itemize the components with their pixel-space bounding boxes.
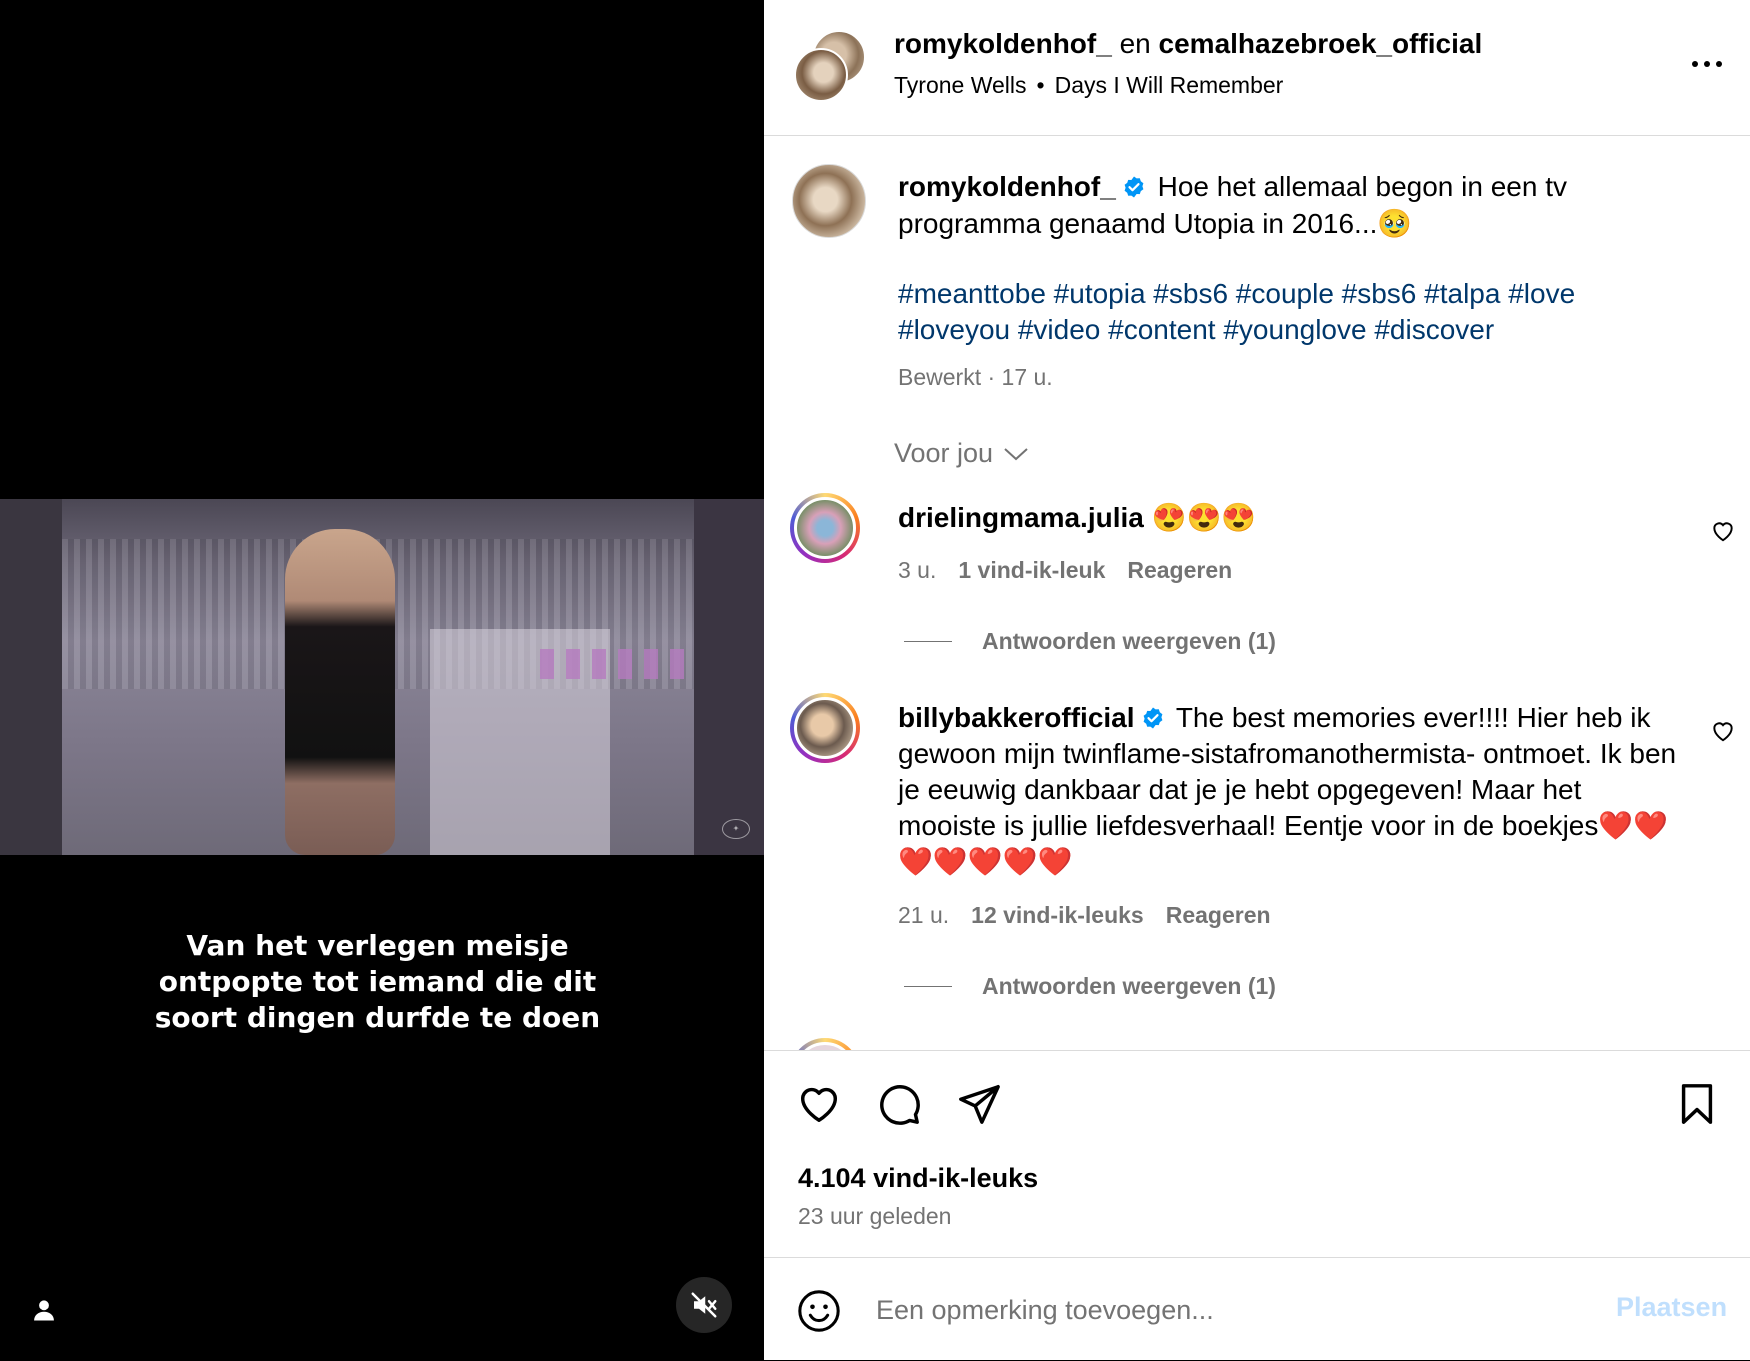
username-link[interactable]: drielingmama.julia: [898, 502, 1144, 533]
video-subtitle: Van het verlegen meisje ontpopte tot iem…: [154, 929, 601, 1034]
collab-usernames: romykoldenhof_ en cemalhazebroek_officia…: [894, 28, 1483, 59]
comments-section[interactable]: romykoldenhof_ Hoe het allemaal begon in…: [764, 136, 1750, 1050]
post-details-panel: romykoldenhof_ en cemalhazebroek_officia…: [764, 0, 1750, 1360]
bookmark-icon[interactable]: [1674, 1081, 1720, 1127]
avatar[interactable]: [790, 693, 860, 763]
audio-attribution[interactable]: Tyrone Wells • Days I Will Remember: [894, 72, 1283, 99]
like-comment-heart-icon[interactable]: [1710, 518, 1736, 544]
media-viewer[interactable]: ✦ Van het verlegen meisje ontpopte tot i…: [0, 0, 764, 1360]
comment-input[interactable]: [876, 1288, 1576, 1332]
chevron-down-icon: [1004, 447, 1028, 460]
comment-icon[interactable]: [876, 1081, 922, 1127]
post-timestamp: 23 uur geleden: [798, 1203, 952, 1229]
comment-likes-link[interactable]: 12 vind-ik-leuks: [971, 902, 1144, 929]
collab-avatars[interactable]: [794, 30, 866, 102]
avatar[interactable]: [794, 48, 848, 102]
avatar[interactable]: [792, 164, 866, 238]
post-comment-button[interactable]: Plaatsen: [1616, 1292, 1727, 1323]
view-replies-button[interactable]: Antwoorden weergeven (1): [904, 973, 1276, 1000]
comment-text: drielingmama.julia 😍😍😍: [898, 502, 1257, 533]
post-header: romykoldenhof_ en cemalhazebroek_officia…: [764, 0, 1750, 136]
likes-count[interactable]: 4.104 vind-ik-leuks: [798, 1163, 1038, 1194]
username-link[interactable]: cemalhazebroek_official: [1159, 28, 1483, 59]
speaker-muted-icon: [691, 1292, 717, 1318]
caption-hashtags[interactable]: #meanttobe #utopia #sbs6 #couple #sbs6 #…: [898, 276, 1688, 348]
like-comment-heart-icon[interactable]: [1710, 718, 1736, 744]
add-comment-bar: Plaatsen: [764, 1257, 1750, 1361]
share-icon[interactable]: [956, 1081, 1002, 1127]
caption-edited-time: Bewerkt · 17 u.: [898, 364, 1053, 390]
username-link[interactable]: billybakkerofficial: [898, 702, 1135, 733]
avatar[interactable]: [790, 493, 860, 563]
verified-badge-icon: [1143, 707, 1162, 729]
username-link[interactable]: romykoldenhof_: [894, 28, 1112, 59]
video-person: [285, 529, 395, 855]
user-icon[interactable]: [30, 1296, 58, 1324]
heart-icon[interactable]: [796, 1081, 842, 1127]
comment-likes-link[interactable]: 1 vind-ik-leuk: [958, 557, 1105, 584]
broadcaster-logo: ✦: [722, 819, 750, 839]
more-options-icon[interactable]: [1689, 54, 1725, 74]
emoji-icon[interactable]: [796, 1288, 842, 1334]
video-frame[interactable]: ✦: [0, 499, 764, 855]
reply-button[interactable]: Reageren: [1166, 902, 1271, 929]
comment-meta: 3 u. 1 vind-ik-leuk Reageren: [898, 557, 1233, 584]
avatar[interactable]: [790, 1038, 860, 1050]
post-actions: 4.104 vind-ik-leuks 23 uur geleden: [764, 1050, 1750, 1257]
mute-button[interactable]: [676, 1277, 732, 1333]
comment-meta: 21 u. 12 vind-ik-leuks Reageren: [898, 902, 1271, 929]
comment-filter-dropdown[interactable]: Voor jou: [894, 438, 1029, 469]
reply-button[interactable]: Reageren: [1127, 557, 1232, 584]
comment-text: billybakkerofficial The best memories ev…: [898, 702, 1677, 877]
post-caption: romykoldenhof_ Hoe het allemaal begon in…: [898, 168, 1698, 242]
verified-badge-icon: [1124, 176, 1144, 198]
username-link[interactable]: romykoldenhof_: [898, 171, 1116, 202]
view-replies-button[interactable]: Antwoorden weergeven (1): [904, 628, 1276, 655]
